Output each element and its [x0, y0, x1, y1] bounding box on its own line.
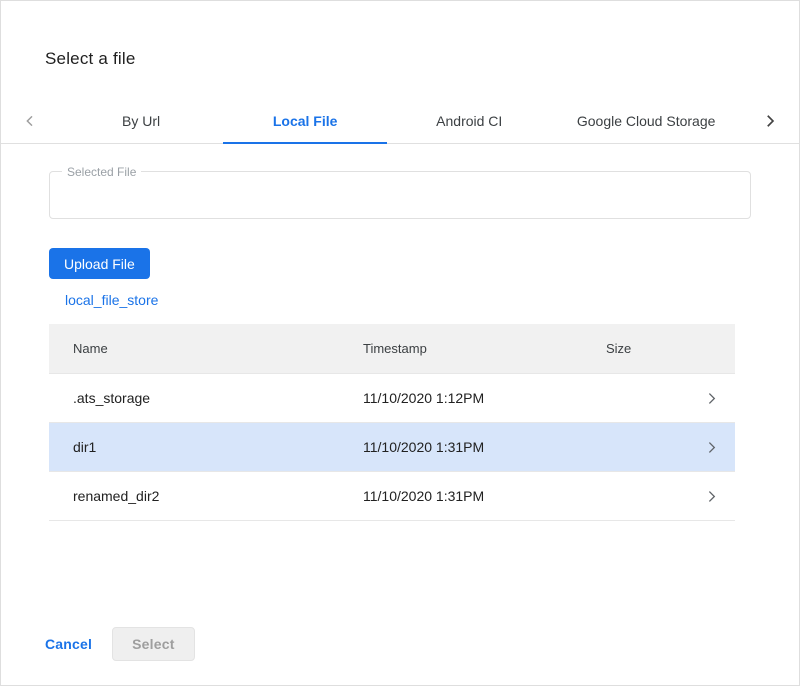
file-name: .ats_storage	[73, 390, 363, 406]
chevron-right-icon	[761, 112, 779, 130]
chevron-right-icon[interactable]	[687, 390, 735, 407]
table-row-ats-storage[interactable]: .ats_storage 11/10/2020 1:12PM	[49, 374, 735, 423]
file-timestamp: 11/10/2020 1:12PM	[363, 390, 606, 406]
table-row-dir1[interactable]: dir1 11/10/2020 1:31PM	[49, 423, 735, 472]
tab-panel-local-file: Selected File Upload File local_file_sto…	[1, 171, 799, 521]
select-button[interactable]: Select	[112, 627, 194, 661]
file-name: renamed_dir2	[73, 488, 363, 504]
tabs-scroll-left-button[interactable]	[1, 98, 59, 143]
table-header-row: Name Timestamp Size	[49, 324, 735, 374]
tab-by-url[interactable]: By Url	[59, 98, 223, 143]
upload-file-button[interactable]: Upload File	[49, 248, 150, 279]
dialog-title: Select a file	[1, 1, 799, 69]
tab-list: By Url Local File Android CI Google Clou…	[59, 98, 741, 143]
tab-bar: By Url Local File Android CI Google Clou…	[1, 98, 799, 144]
selected-file-input[interactable]	[50, 172, 750, 218]
selected-file-label: Selected File	[62, 164, 141, 180]
selected-file-field: Selected File	[49, 171, 751, 219]
tab-android-ci[interactable]: Android CI	[387, 98, 551, 143]
header-timestamp: Timestamp	[363, 341, 606, 356]
tab-local-file[interactable]: Local File	[223, 98, 387, 143]
header-name: Name	[73, 341, 363, 356]
cancel-button[interactable]: Cancel	[45, 628, 92, 660]
header-size: Size	[606, 341, 687, 356]
table-row-renamed-dir2[interactable]: renamed_dir2 11/10/2020 1:31PM	[49, 472, 735, 521]
dialog-actions: Cancel Select	[45, 627, 195, 661]
file-timestamp: 11/10/2020 1:31PM	[363, 439, 606, 455]
file-name: dir1	[73, 439, 363, 455]
file-timestamp: 11/10/2020 1:31PM	[363, 488, 606, 504]
chevron-right-icon[interactable]	[687, 439, 735, 456]
chevron-right-icon[interactable]	[687, 488, 735, 505]
breadcrumb-local-file-store[interactable]: local_file_store	[65, 292, 158, 308]
select-file-dialog: Select a file By Url Local File Android …	[0, 0, 800, 686]
file-table: Name Timestamp Size .ats_storage 11/10/2…	[49, 324, 735, 521]
chevron-left-icon	[22, 113, 38, 129]
tab-google-cloud-storage[interactable]: Google Cloud Storage	[551, 98, 741, 143]
tabs-scroll-right-button[interactable]	[741, 98, 799, 143]
